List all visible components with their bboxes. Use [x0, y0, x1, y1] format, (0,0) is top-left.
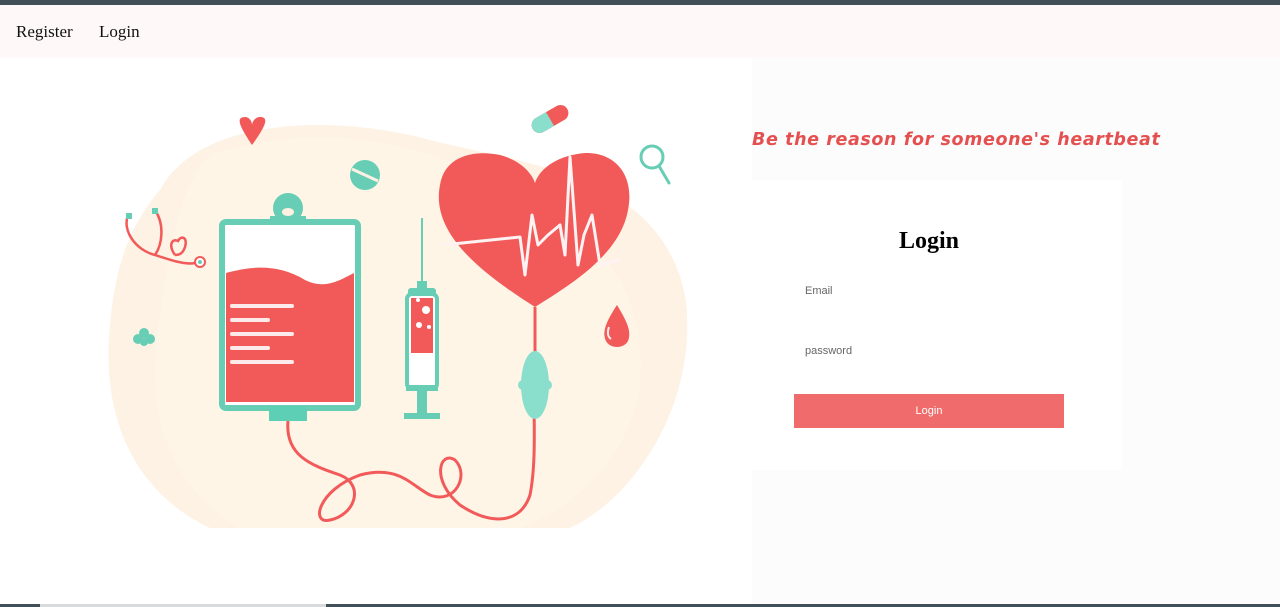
nav-login-link[interactable]: Login	[99, 22, 140, 42]
login-button[interactable]: Login	[794, 394, 1064, 428]
nav-register-link[interactable]: Register	[16, 22, 73, 42]
hero-tagline: Be the reason for someone's heartbeat	[752, 130, 1161, 150]
email-field[interactable]	[794, 276, 1064, 306]
blood-donation-illustration	[108, 105, 688, 528]
top-nav: Register Login	[0, 5, 1280, 58]
password-field[interactable]	[794, 336, 1064, 366]
login-form-title: Login	[898, 228, 960, 254]
